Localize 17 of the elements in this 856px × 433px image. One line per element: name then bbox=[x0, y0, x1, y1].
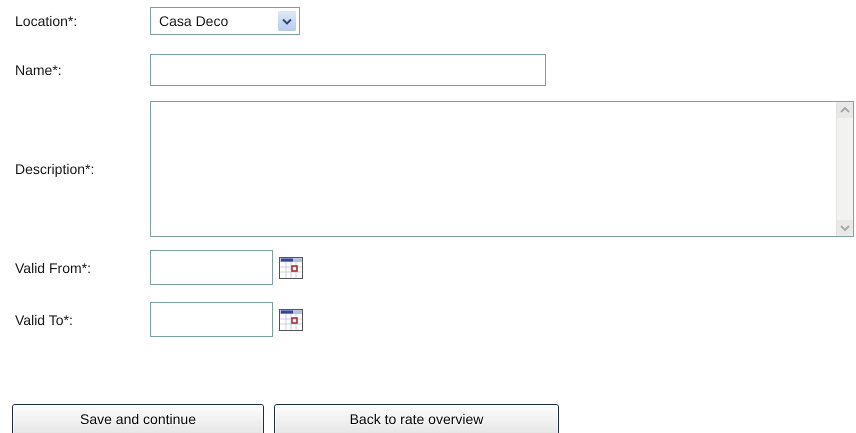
scroll-down-icon[interactable] bbox=[837, 220, 853, 236]
field-label: Valid From*: bbox=[15, 260, 92, 276]
calendar-icon[interactable] bbox=[279, 308, 303, 330]
back-button[interactable]: Back to rate overview bbox=[274, 404, 559, 433]
chevron-down-icon bbox=[282, 18, 292, 24]
calendar-icon[interactable] bbox=[279, 256, 303, 278]
date-field[interactable] bbox=[150, 250, 273, 285]
description-field[interactable] bbox=[150, 101, 854, 237]
field-label: Valid To*: bbox=[15, 312, 74, 328]
date-field[interactable] bbox=[150, 302, 273, 337]
scroll-up-icon[interactable] bbox=[837, 102, 853, 118]
field-label: Location*: bbox=[15, 13, 78, 29]
save-button[interactable]: Save and continue bbox=[12, 404, 264, 433]
name-field[interactable] bbox=[150, 54, 546, 86]
location-dropdown[interactable]: Casa Deco bbox=[150, 7, 300, 35]
field-label: Name*: bbox=[15, 62, 63, 78]
field-label: Description*: bbox=[15, 161, 96, 177]
